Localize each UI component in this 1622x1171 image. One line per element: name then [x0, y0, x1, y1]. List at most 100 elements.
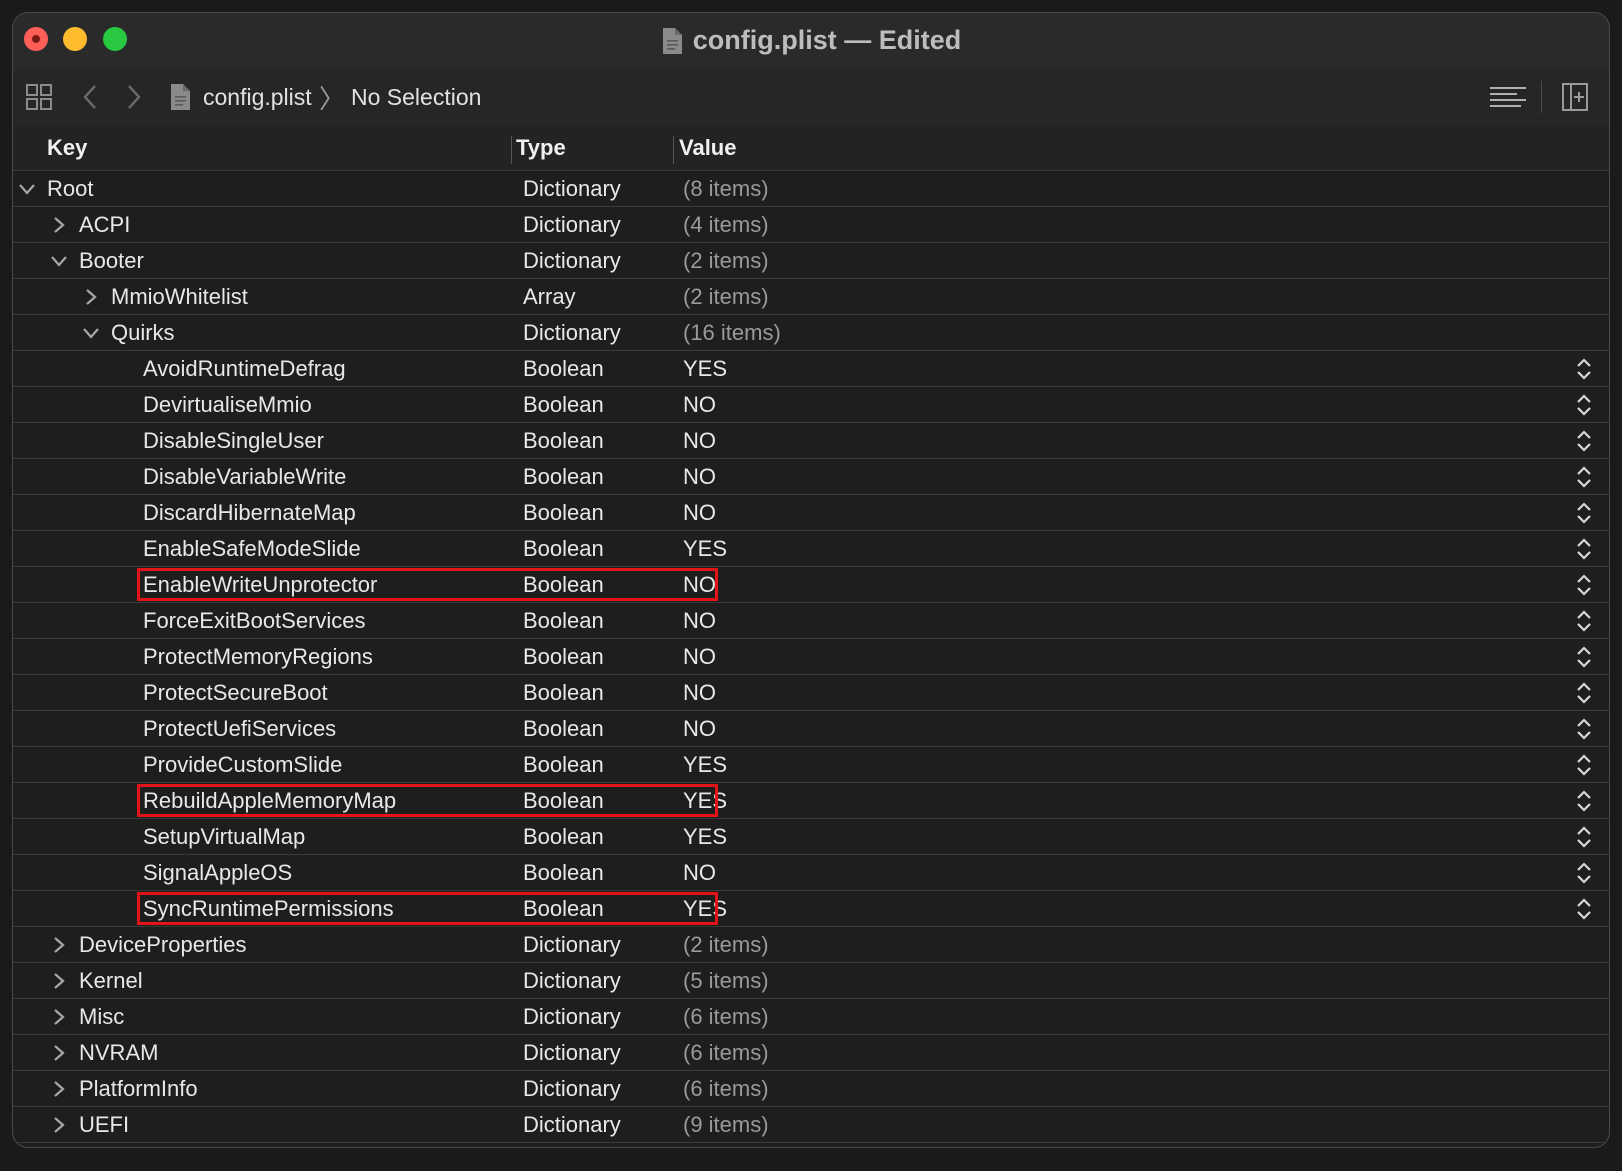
- breadcrumb-file[interactable]: config.plist: [203, 69, 312, 126]
- row-key[interactable]: Misc: [79, 999, 124, 1034]
- chevron-down-icon[interactable]: [17, 171, 37, 206]
- row-key[interactable]: ProtectUefiServices: [143, 711, 336, 746]
- chevron-right-icon[interactable]: [49, 927, 69, 962]
- row-type[interactable]: Dictionary: [523, 207, 621, 242]
- row-key[interactable]: UEFI: [79, 1107, 129, 1142]
- value-stepper-icon[interactable]: [1575, 826, 1593, 848]
- row-type[interactable]: Dictionary: [523, 1107, 621, 1142]
- row-type[interactable]: Boolean: [523, 819, 604, 854]
- row-key[interactable]: ACPI: [79, 207, 130, 242]
- outline-row[interactable]: PlatformInfo Dictionary (6 items): [13, 1071, 1609, 1107]
- chevron-right-icon[interactable]: [81, 279, 101, 314]
- row-value[interactable]: NO: [683, 495, 716, 530]
- row-key[interactable]: Quirks: [111, 315, 175, 350]
- column-header-type[interactable]: Type: [516, 126, 566, 170]
- row-type[interactable]: Boolean: [523, 711, 604, 746]
- outline-row[interactable]: MmioWhitelist Array (2 items): [13, 279, 1609, 315]
- value-stepper-icon[interactable]: [1575, 898, 1593, 920]
- row-type[interactable]: Dictionary: [523, 963, 621, 998]
- value-stepper-icon[interactable]: [1575, 538, 1593, 560]
- row-key[interactable]: DeviceProperties: [79, 927, 247, 962]
- outline-row[interactable]: ProvideCustomSlide Boolean YES: [13, 747, 1609, 783]
- row-key[interactable]: ProvideCustomSlide: [143, 747, 342, 782]
- outline-row[interactable]: SetupVirtualMap Boolean YES: [13, 819, 1609, 855]
- row-type[interactable]: Boolean: [523, 891, 604, 926]
- outline-row[interactable]: Quirks Dictionary (16 items): [13, 315, 1609, 351]
- row-value[interactable]: YES: [683, 351, 727, 386]
- outline-row[interactable]: NVRAM Dictionary (6 items): [13, 1035, 1609, 1071]
- row-key[interactable]: DiscardHibernateMap: [143, 495, 356, 530]
- row-value[interactable]: YES: [683, 747, 727, 782]
- row-value[interactable]: YES: [683, 891, 727, 926]
- row-value[interactable]: NO: [683, 603, 716, 638]
- value-stepper-icon[interactable]: [1575, 358, 1593, 380]
- value-stepper-icon[interactable]: [1575, 394, 1593, 416]
- row-type[interactable]: Dictionary: [523, 1071, 621, 1106]
- row-type[interactable]: Array: [523, 279, 576, 314]
- row-type[interactable]: Boolean: [523, 783, 604, 818]
- outline-row[interactable]: Root Dictionary (8 items): [13, 171, 1609, 207]
- outline-row[interactable]: DevirtualiseMmio Boolean NO: [13, 387, 1609, 423]
- chevron-right-icon[interactable]: [125, 83, 143, 116]
- row-type[interactable]: Boolean: [523, 531, 604, 566]
- row-key[interactable]: Root: [47, 171, 93, 206]
- row-key[interactable]: MmioWhitelist: [111, 279, 248, 314]
- row-type[interactable]: Boolean: [523, 351, 604, 386]
- row-type[interactable]: Dictionary: [523, 927, 621, 962]
- row-type[interactable]: Dictionary: [523, 243, 621, 278]
- row-key[interactable]: EnableWriteUnprotector: [143, 567, 377, 602]
- lines-icon[interactable]: [1489, 83, 1527, 116]
- outline-row[interactable]: ACPI Dictionary (4 items): [13, 207, 1609, 243]
- value-stepper-icon[interactable]: [1575, 466, 1593, 488]
- chevron-right-icon[interactable]: [49, 1071, 69, 1106]
- column-divider[interactable]: [511, 136, 512, 164]
- row-type[interactable]: Boolean: [523, 603, 604, 638]
- column-header-key[interactable]: Key: [47, 126, 87, 170]
- row-type[interactable]: Dictionary: [523, 171, 621, 206]
- value-stepper-icon[interactable]: [1575, 682, 1593, 704]
- outline-row[interactable]: UEFI Dictionary (9 items): [13, 1107, 1609, 1143]
- value-stepper-icon[interactable]: [1575, 754, 1593, 776]
- row-key[interactable]: Kernel: [79, 963, 143, 998]
- row-type[interactable]: Boolean: [523, 387, 604, 422]
- outline-row[interactable]: EnableWriteUnprotector Boolean NO: [13, 567, 1609, 603]
- row-key[interactable]: SyncRuntimePermissions: [143, 891, 394, 926]
- value-stepper-icon[interactable]: [1575, 862, 1593, 884]
- row-key[interactable]: Booter: [79, 243, 144, 278]
- outline-row[interactable]: ProtectUefiServices Boolean NO: [13, 711, 1609, 747]
- row-key[interactable]: RebuildAppleMemoryMap: [143, 783, 396, 818]
- row-type[interactable]: Dictionary: [523, 315, 621, 350]
- row-key[interactable]: SignalAppleOS: [143, 855, 292, 890]
- row-key[interactable]: SetupVirtualMap: [143, 819, 305, 854]
- row-value[interactable]: NO: [683, 855, 716, 890]
- outline-row[interactable]: DiscardHibernateMap Boolean NO: [13, 495, 1609, 531]
- row-key[interactable]: EnableSafeModeSlide: [143, 531, 361, 566]
- add-editor-icon[interactable]: [1561, 82, 1589, 117]
- row-key[interactable]: ForceExitBootServices: [143, 603, 366, 638]
- chevron-right-icon[interactable]: [49, 207, 69, 242]
- row-key[interactable]: AvoidRuntimeDefrag: [143, 351, 346, 386]
- row-value[interactable]: YES: [683, 531, 727, 566]
- row-key[interactable]: PlatformInfo: [79, 1071, 198, 1106]
- outline-row[interactable]: Misc Dictionary (6 items): [13, 999, 1609, 1035]
- row-type[interactable]: Boolean: [523, 423, 604, 458]
- row-type[interactable]: Boolean: [523, 675, 604, 710]
- outline-row[interactable]: DeviceProperties Dictionary (2 items): [13, 927, 1609, 963]
- value-stepper-icon[interactable]: [1575, 502, 1593, 524]
- row-type[interactable]: Boolean: [523, 855, 604, 890]
- row-value[interactable]: NO: [683, 675, 716, 710]
- chevron-down-icon[interactable]: [49, 243, 69, 278]
- value-stepper-icon[interactable]: [1575, 430, 1593, 452]
- row-type[interactable]: Boolean: [523, 459, 604, 494]
- value-stepper-icon[interactable]: [1575, 790, 1593, 812]
- outline-row[interactable]: DisableSingleUser Boolean NO: [13, 423, 1609, 459]
- outline-row[interactable]: RebuildAppleMemoryMap Boolean YES: [13, 783, 1609, 819]
- value-stepper-icon[interactable]: [1575, 718, 1593, 740]
- outline-row[interactable]: Kernel Dictionary (5 items): [13, 963, 1609, 999]
- row-type[interactable]: Boolean: [523, 567, 604, 602]
- chevron-right-icon[interactable]: [49, 1107, 69, 1142]
- grid-icon[interactable]: [25, 83, 53, 116]
- outline-row[interactable]: SyncRuntimePermissions Boolean YES: [13, 891, 1609, 927]
- row-value[interactable]: NO: [683, 387, 716, 422]
- row-value[interactable]: YES: [683, 783, 727, 818]
